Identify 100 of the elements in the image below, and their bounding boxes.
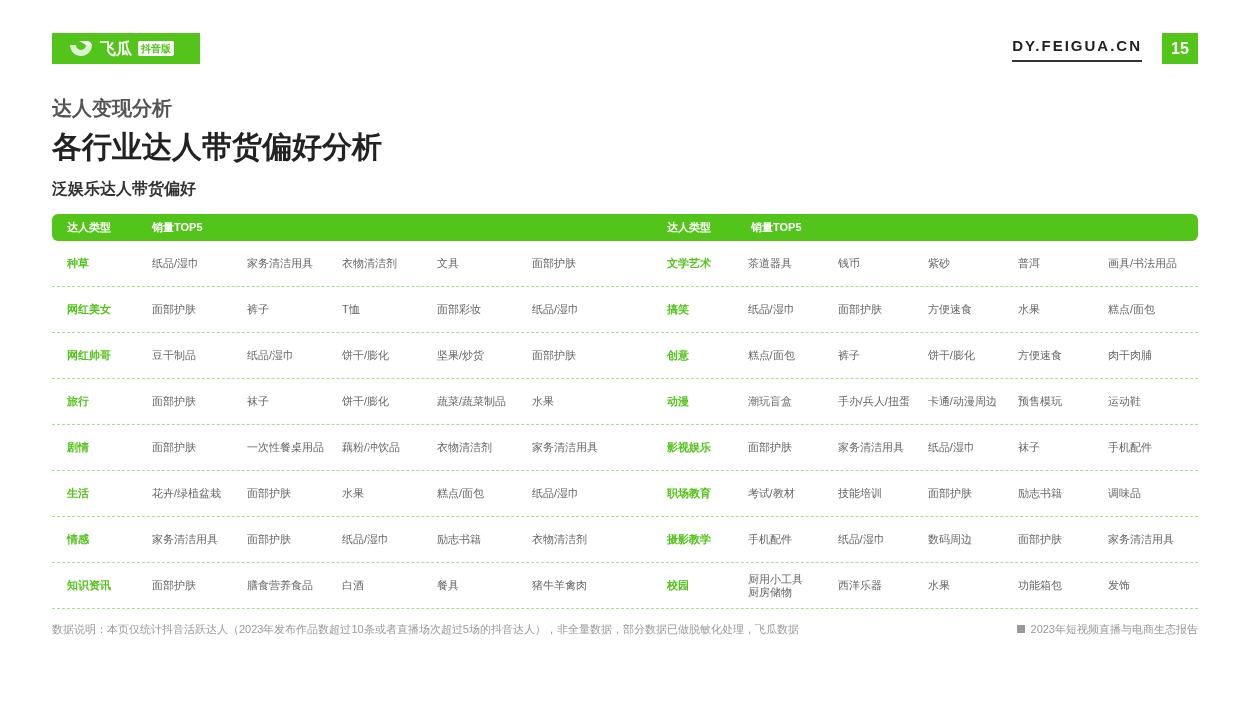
table-cell-text: 餐具 <box>437 579 460 592</box>
table-cell-text: 纸品/湿巾 <box>927 441 976 454</box>
table-cell-text: 衣物清洁剂 <box>532 533 588 546</box>
row-label: 动漫 <box>666 394 690 410</box>
row-label: 校园 <box>666 578 690 594</box>
table-cell-text: 糕点/面包 <box>1107 303 1156 316</box>
table-cell-text: 纸品/湿巾 <box>837 533 886 546</box>
table-cell-text: 花卉/绿植盆栽 <box>152 487 223 500</box>
table-cell-text: 预售模玩 <box>1017 395 1063 408</box>
row-label: 职场教育 <box>666 486 712 502</box>
table-cell-text: 饼干/膨化 <box>342 395 391 408</box>
table-cell-text: 手机配件 <box>1107 441 1153 454</box>
logo-badge: 抖音版 <box>138 41 174 56</box>
table-cell-text: 面部护肤 <box>247 533 292 546</box>
table-cell-text: 饼干/膨化 <box>927 349 976 362</box>
table-cell-text: 裤子 <box>837 349 861 362</box>
column-header: 销量TOP5 <box>152 220 203 236</box>
row-label: 网红美女 <box>66 302 112 318</box>
table-cell-text: 糕点/面包 <box>747 349 796 362</box>
row-label: 文学艺术 <box>666 256 712 272</box>
table-cell-text: 膳食营养食品 <box>247 579 314 592</box>
table-cell-text: 方便速食 <box>927 303 973 316</box>
table-cell-text: 励志书籍 <box>437 533 482 546</box>
section-title: 达人变现分析 <box>52 96 173 121</box>
table-cell-text: 裤子 <box>247 303 270 316</box>
table-cell-text: 面部护肤 <box>747 441 793 454</box>
table-cell: 厨房储物 <box>747 585 792 599</box>
row-label: 剧情 <box>66 440 90 456</box>
table-cell-text: 面部护肤 <box>152 579 197 592</box>
table-cell-text: 纸品/湿巾 <box>342 533 391 546</box>
table-cell-text: 家务清洁用具 <box>837 441 905 454</box>
table-cell-text: 面部护肤 <box>1017 533 1063 546</box>
row-label: 知识资讯 <box>66 578 112 594</box>
row-label: 情感 <box>65 532 90 548</box>
table-cell-text: 纸品/湿巾 <box>747 303 796 316</box>
table-cell-text: 技能培训 <box>837 487 883 500</box>
table-cell-text: 纸品/湿巾 <box>247 349 296 362</box>
table-cell-text: 运动鞋 <box>1107 395 1142 408</box>
table-cell-text: 纸品/湿巾 <box>152 257 201 270</box>
table-cell-text: 水果 <box>342 487 365 500</box>
table-cell-text: 家务清洁用具 <box>1107 533 1175 546</box>
table-cell-text: 豆干制品 <box>152 349 197 362</box>
row-label: 种草 <box>66 256 90 272</box>
table-cell-text: 衣物清洁剂 <box>342 257 398 270</box>
footnote: 数据说明：本页仅统计抖音活跃达人（2023年发布作品数超过10条或者直播场次超过5场的抖音达人），非全量数据，部分数据已做脱敏化处理，飞瓜数据 <box>52 622 799 637</box>
table-cell-text: 衣物清洁剂 <box>437 441 493 454</box>
table-cell-text: 家务清洁用具 <box>532 441 599 454</box>
table-cell-text: 家务清洁用具 <box>152 533 219 546</box>
table-cell-text: 纸品/湿巾 <box>532 303 581 316</box>
subtitle: 泛娱乐达人带货偏好 <box>52 179 197 200</box>
table-cell-text: 蔬菜/蔬菜制品 <box>437 395 508 408</box>
table-cell-text: 白酒 <box>342 579 365 592</box>
table-cell-text: 调味品 <box>1107 487 1142 500</box>
table-cell-text: 袜子 <box>247 395 270 408</box>
table-cell-text: 水果 <box>1017 303 1041 316</box>
site-url: DY.FEIGUA.CN <box>1012 35 1142 62</box>
table-cell-text: 水果 <box>927 579 951 592</box>
page-title: 各行业达人带货偏好分析 <box>52 129 383 165</box>
table-cell-text: 紫砂 <box>927 257 951 270</box>
table-cell-text: 面部护肤 <box>927 487 973 500</box>
square-icon <box>1016 625 1025 634</box>
row-label: 搞笑 <box>666 302 690 318</box>
column-header: 达人类型 <box>66 220 112 236</box>
table-cell-text: 糕点/面包 <box>437 487 486 500</box>
row-label: 旅行 <box>66 394 90 410</box>
table-cell-text: 饼干/膨化 <box>342 349 391 362</box>
table-cell: 厨用小工具 <box>747 572 803 586</box>
table-cell-text: 一次性餐桌用品 <box>247 441 325 454</box>
table-cell-text: 考试/教材 <box>747 487 796 500</box>
table-cell-text: 钱币 <box>837 257 861 270</box>
table-cell-text: 茶道器具 <box>747 257 793 270</box>
table-cell-text: 数码周边 <box>927 533 973 546</box>
row-label: 摄影教学 <box>666 532 712 548</box>
table-cell-text: 画具/书法用品 <box>1107 257 1178 270</box>
table-cell-text: 潮玩盲盒 <box>747 395 793 408</box>
report-name: 2023年短视频直播与电商生态报告 <box>1030 622 1198 637</box>
table-cell-text: 面部护肤 <box>152 395 197 408</box>
table-cell-text: T恤 <box>342 303 361 316</box>
table-cell-text: 面部护肤 <box>532 349 577 362</box>
table-cell-text: 坚果/炒货 <box>437 349 486 362</box>
logo-mark-icon <box>68 39 94 58</box>
table-cell-text: 功能箱包 <box>1017 579 1063 592</box>
table-cell-text: 手机配件 <box>747 533 793 546</box>
row-label: 创意 <box>666 348 690 364</box>
row-label: 生活 <box>66 486 90 502</box>
column-header: 达人类型 <box>666 220 712 236</box>
table-cell-text: 发饰 <box>1107 579 1131 592</box>
table-cell-text: 水果 <box>532 395 555 408</box>
table-cell-text: 普洱 <box>1017 257 1041 270</box>
table-cell-text: 面部护肤 <box>152 303 197 316</box>
table-cell-text: 方便速食 <box>1017 349 1063 362</box>
table-cell-text: 猪牛羊禽肉 <box>532 579 588 592</box>
table-cell-text: 文具 <box>437 257 460 270</box>
table-cell-text: 面部护肤 <box>247 487 292 500</box>
table-cell-text: 袜子 <box>1017 441 1041 454</box>
table-cell-text: 家务清洁用具 <box>247 257 314 270</box>
table-cell-text: 面部护肤 <box>837 303 883 316</box>
table-cell-text: 西洋乐器 <box>837 579 883 592</box>
column-header: 销量TOP5 <box>751 220 802 236</box>
table-cell-text: 卡通/动漫周边 <box>927 395 998 408</box>
